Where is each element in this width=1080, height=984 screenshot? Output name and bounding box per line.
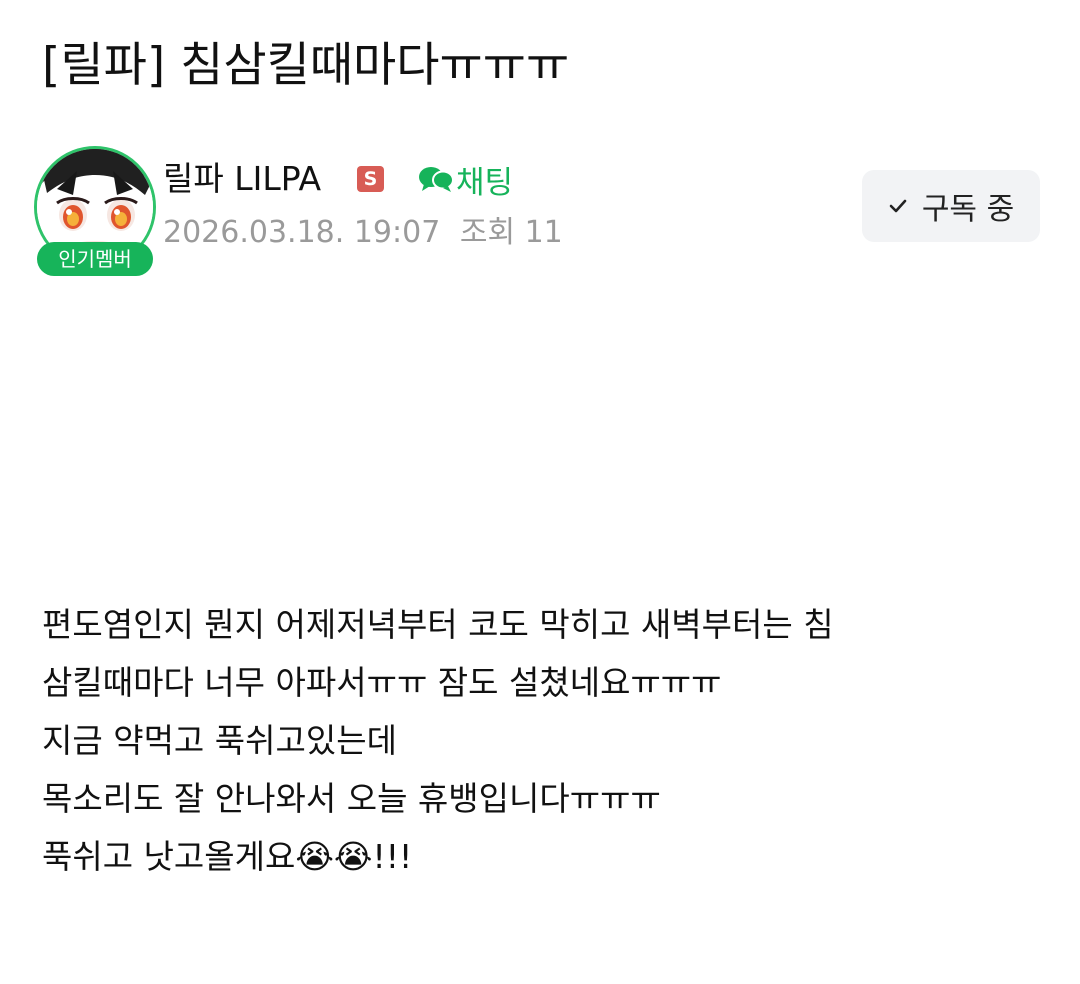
post-body: 편도염인지 뭔지 어제저녁부터 코도 막히고 새벽부터는 침 삼킬때마다 너무 …	[42, 596, 1052, 886]
subscribe-label: 구독 중	[921, 192, 1015, 227]
member-level-badge: 인기멤버	[37, 242, 153, 276]
post-title: [릴파] 침삼킬때마다ㅠㅠㅠ	[42, 38, 570, 93]
checkmark-icon	[889, 199, 907, 213]
chat-button[interactable]: 채팅	[418, 156, 513, 202]
body-line: 푹쉬고 낫고올게요😭😭!!!	[42, 837, 413, 876]
chat-label: 채팅	[456, 164, 514, 201]
post-meta: 2026.03.18. 19:07 조회 11	[163, 211, 573, 255]
body-line: 삼킬때마다 너무 아파서ㅠㅠ 잠도 설쳤네요ㅠㅠㅠ	[42, 663, 722, 702]
body-line: 지금 약먹고 푹쉬고있는데	[42, 721, 397, 760]
view-count: 조회 11	[459, 215, 563, 250]
author-avatar-group[interactable]: 인기멤버	[34, 146, 158, 280]
body-line: 편도염인지 뭔지 어제저녁부터 코도 막히고 새벽부터는 침	[42, 605, 834, 644]
author-name[interactable]: 릴파 LILPA	[163, 156, 321, 202]
chat-bubble-icon	[419, 167, 454, 192]
subscribe-button[interactable]: 구독 중	[862, 170, 1040, 242]
staff-badge: S	[357, 166, 384, 192]
body-line: 목소리도 잘 안나와서 오늘 휴뱅입니다ㅠㅠㅠ	[42, 779, 661, 818]
post-date: 2026.03.18. 19:07	[163, 215, 441, 250]
